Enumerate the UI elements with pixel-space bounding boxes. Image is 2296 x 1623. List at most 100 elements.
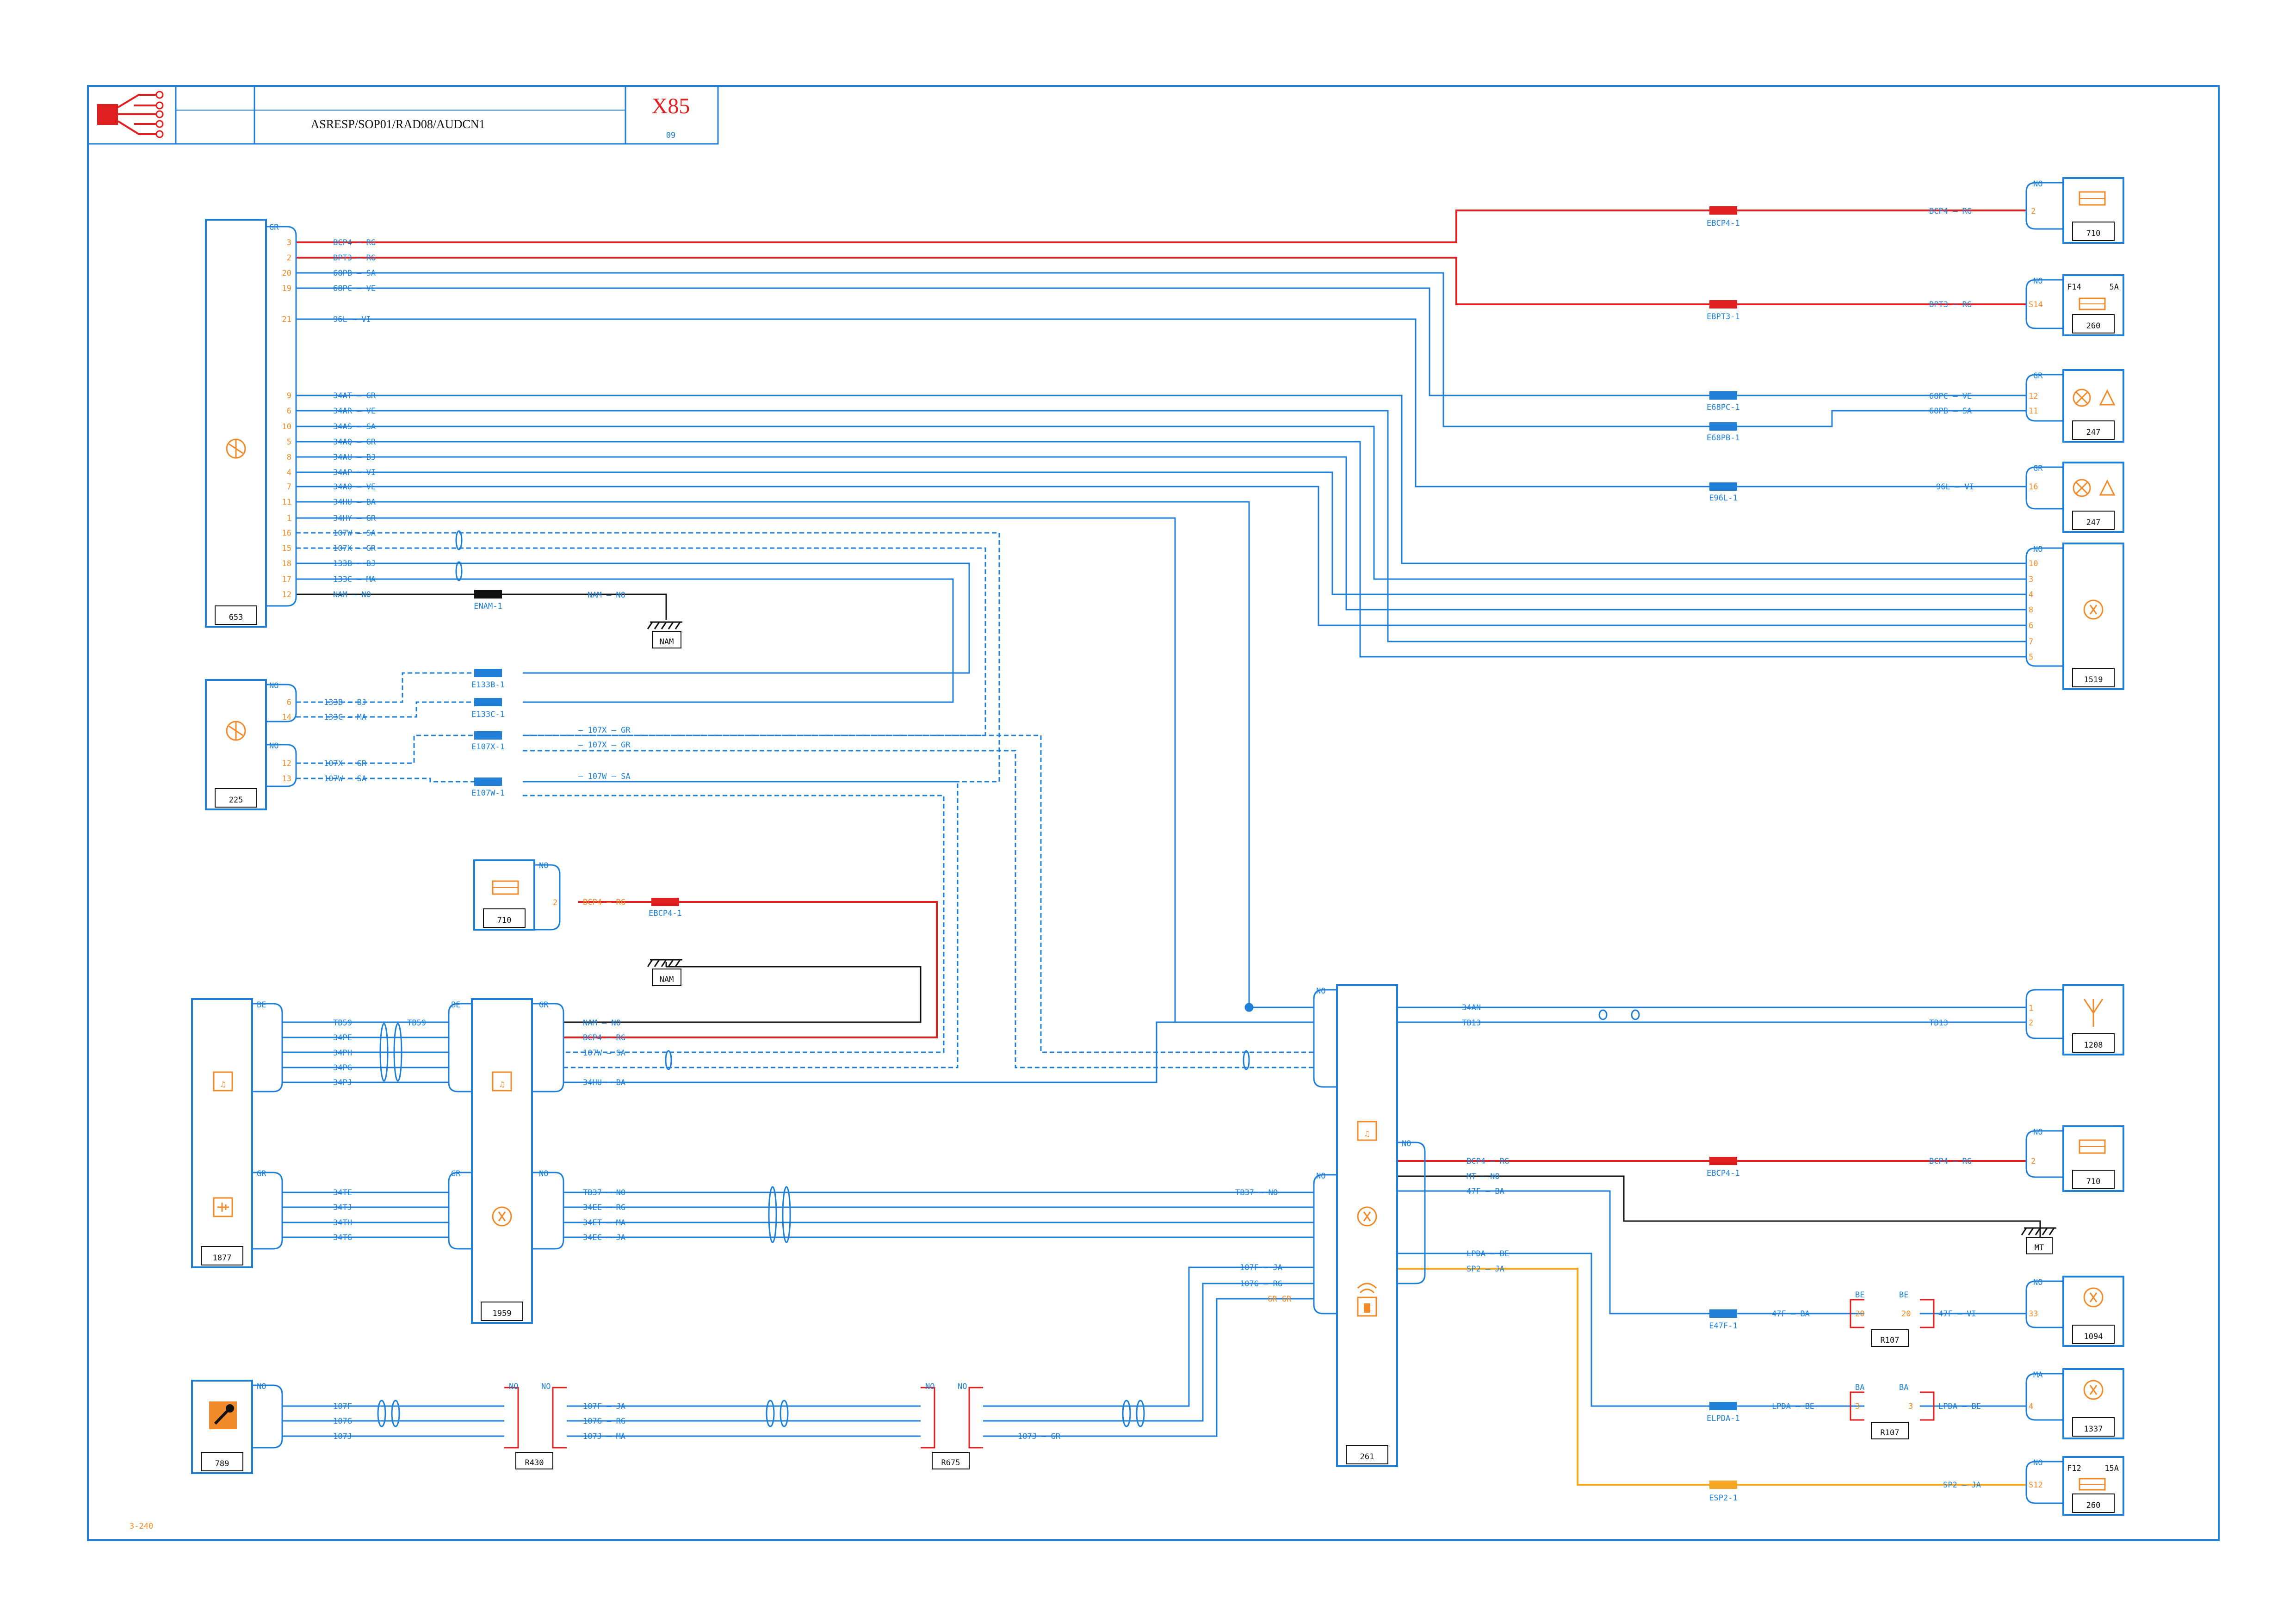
pin-number: 13 — [282, 774, 291, 784]
component-1337[interactable]: MA 4 1337 — [2025, 1368, 2124, 1439]
wire-label: 107J — MA — [583, 1432, 625, 1441]
connector-color: NO — [2033, 1128, 2042, 1137]
svg-text:♫: ♫ — [221, 1080, 225, 1089]
wire-label: 133B — BJ — [333, 559, 376, 568]
wire-label: 34PE — [333, 1033, 352, 1043]
ground-label: MT — [2035, 1243, 2044, 1253]
splice-label: E68PB-1 — [1707, 433, 1740, 443]
wire-label: 34EE — RG — [583, 1203, 625, 1212]
connector-color: NO — [539, 1169, 548, 1179]
splice-ebcp4-1 — [1709, 206, 1737, 215]
wire-label: SP2 — JA — [1943, 1481, 1981, 1490]
wire-label: 34PJ — [333, 1078, 352, 1087]
connector-r430[interactable]: NO NO R430 — [504, 1382, 567, 1469]
component-710-top[interactable]: NO 2 710 — [2025, 177, 2124, 244]
wire-label: 133B — BJ — [324, 698, 366, 707]
ground-label: NAM — [660, 975, 674, 984]
pin-number: 11 — [282, 498, 291, 507]
component-1959[interactable]: BE GR GR NO ♫ 1959 — [448, 998, 564, 1324]
pin-number: 2 — [2031, 207, 2036, 216]
component-260-f12[interactable]: NO S12 F12 15A 260 — [2025, 1456, 2124, 1516]
wire-label: 47F — BA — [1467, 1187, 1504, 1196]
wire-label: BCP4 — RG — [583, 1033, 625, 1043]
splice-label: E47F-1 — [1709, 1321, 1737, 1331]
wire-label: 96L — VI — [333, 315, 371, 324]
title-block: ASRESP/SOP01/RAD08/AUDCN1 X85 09 — [87, 85, 719, 145]
component-710-right[interactable]: NO 2 710 — [2025, 1125, 2124, 1192]
splice-label: EBPT3-1 — [1707, 312, 1740, 321]
connector-r675[interactable]: NO NO R675 — [921, 1382, 983, 1469]
connector-color: BE — [451, 1000, 460, 1010]
component-id: 260 — [2086, 321, 2101, 331]
wire-label: LPDA — BE — [1938, 1402, 1981, 1411]
pin-number: 10 — [282, 422, 291, 432]
vehicle-code: X85 — [652, 94, 690, 118]
wire-label: 107F — JA — [1240, 1263, 1282, 1272]
pin-number: 3 — [2029, 575, 2033, 584]
connector-color: NO — [269, 681, 278, 691]
pin-number: 8 — [287, 453, 291, 462]
wire-label: BCP4 — RG — [1467, 1157, 1509, 1166]
wire-label: BPT3 — RG — [333, 253, 376, 263]
connector-r107-a[interactable]: BE BE 20 20 R107 — [1850, 1290, 1935, 1347]
splice-e68pc-1 — [1709, 391, 1737, 400]
wire-label: TB59 — [407, 1018, 426, 1028]
splice-label: ENAM-1 — [474, 602, 502, 611]
wire-label: 34HY — GR — [333, 514, 376, 523]
pin-number: 2 — [2031, 1157, 2036, 1166]
component-247-a[interactable]: GR 12 11 247 — [2025, 369, 2124, 443]
ground-mt: MT — [2021, 1227, 2056, 1254]
wire-label: 34HU — BA — [333, 498, 376, 507]
wire-label: 107W — SA — [583, 1049, 625, 1058]
component-789[interactable]: NO 789 — [191, 1380, 283, 1474]
component-710-mid[interactable]: NO 2 710 — [473, 859, 561, 931]
wire-label: 34AU — BJ — [333, 453, 376, 462]
connector-color: GR — [257, 1169, 266, 1179]
splice-label: E107X-1 — [471, 742, 505, 752]
fuse-rating: 15A — [2104, 1464, 2119, 1473]
wire-label: BCP4 — RG — [333, 238, 376, 247]
component-id: 1094 — [2084, 1332, 2103, 1341]
component-1208[interactable]: 1 2 1208 — [2025, 984, 2124, 1055]
pin-number: 12 — [282, 590, 291, 599]
wire-label: TB13 — [1929, 1018, 1948, 1028]
connector-color: GR — [2033, 464, 2043, 473]
wire-label: — 107W — SA — [578, 772, 631, 781]
wire-label: 34HU — BA — [583, 1078, 625, 1087]
pin-number: 20 — [1855, 1309, 1864, 1319]
component-260-f14[interactable]: NO S14 F14 5A 260 — [2025, 274, 2124, 336]
component-id: 1877 — [213, 1253, 232, 1263]
pin-number: 19 — [282, 284, 291, 293]
connector-color: NO — [257, 1382, 266, 1391]
pin-number: 5 — [2029, 653, 2033, 662]
connector-r107-b[interactable]: BA BA 3 3 R107 — [1850, 1383, 1935, 1439]
wire-label: TB37 — NO — [1235, 1188, 1278, 1197]
component-id: 247 — [2086, 518, 2101, 527]
connector-color: NO — [2033, 1278, 2042, 1287]
wire-label: BCP4 — RG — [1929, 1157, 1972, 1166]
pin-number: 12 — [282, 759, 291, 768]
component-id: 1959 — [493, 1309, 512, 1318]
component-247-b[interactable]: GR 16 247 — [2025, 462, 2124, 533]
splice-e107x-1 — [474, 731, 502, 740]
pin-list: 10 3 4 8 6 7 5 — [2029, 559, 2038, 662]
pin-number: 20 — [1901, 1309, 1911, 1319]
wire-label: — 107X — GR — [578, 741, 631, 750]
component-1094[interactable]: NO 33 1094 — [2025, 1276, 2124, 1347]
version-number: 09 — [666, 131, 675, 140]
wire-label: 47F — BA — [1772, 1309, 1810, 1319]
pin-number: 3 — [287, 238, 291, 247]
pin-number: 4 — [287, 468, 291, 477]
pin-number: 2 — [2029, 1018, 2033, 1028]
component-261[interactable]: NO NO NO ♫ 261 — [1313, 984, 1426, 1467]
connector-color: GR — [269, 223, 279, 232]
connector-color: NO — [509, 1382, 518, 1391]
component-653[interactable]: GR 653 3 BCP4 — RG2 BPT3 — RG20 68PB — SA19… — [205, 219, 376, 628]
wiring-diagram: ASRESP/SOP01/RAD08/AUDCN1 X85 09 3-240 E… — [87, 85, 2220, 1541]
component-1519[interactable]: NO 1519 10 3 4 8 6 7 5 — [2025, 543, 2124, 690]
wire-label: 34EC — JA — [583, 1233, 625, 1242]
wire-label: 47F — VI — [1938, 1309, 1976, 1319]
ground-label: NAM — [660, 637, 674, 647]
component-1877[interactable]: BE GR ♫ 1877 — [191, 998, 283, 1268]
component-225[interactable]: NO NO 225 6 133B — BJ 14 133C — MA 12 107X — … — [205, 679, 367, 810]
